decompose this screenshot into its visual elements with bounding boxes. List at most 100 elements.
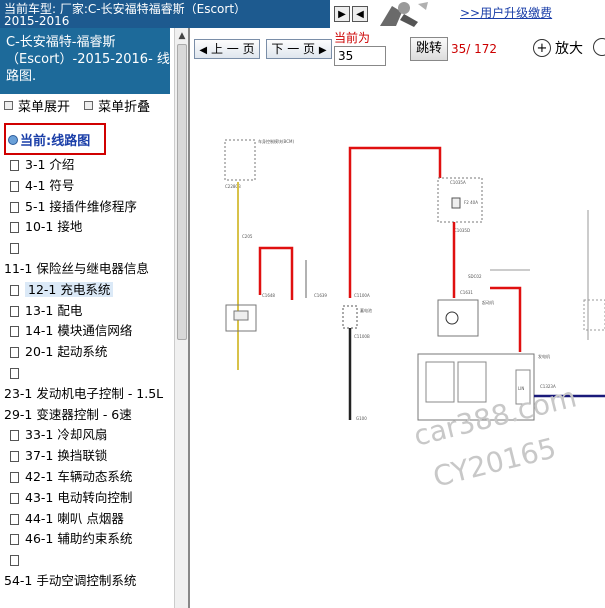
menu-item-label: 13-1 配电 xyxy=(25,302,83,318)
next-arrow-icon: ▶ xyxy=(318,45,327,56)
menu-item[interactable]: 37-1 换挡联锁 xyxy=(10,446,107,466)
menu-item[interactable]: 33-1 冷却风扇 xyxy=(10,425,107,445)
page-number-input[interactable] xyxy=(334,46,386,66)
rectifier-left xyxy=(425,361,455,403)
scroll-thumb[interactable] xyxy=(177,44,187,340)
g100-label: G100 xyxy=(356,416,367,421)
menu-actions: 菜单展开 菜单折叠 xyxy=(4,96,160,115)
document-icon xyxy=(10,180,19,192)
title-line-1: 当前车型: 厂家:C-长安福特福睿斯（Escort） xyxy=(4,2,247,14)
lin-sensor-body xyxy=(233,310,249,321)
menu-item[interactable]: 13-1 配电 xyxy=(10,301,82,321)
menu-item-label: 20-1 起动系统 xyxy=(25,344,108,360)
menu-item[interactable] xyxy=(10,363,25,383)
fuse-body xyxy=(451,197,461,209)
menu-group-item[interactable]: 23-1 发动机电子控制 - 1.5L xyxy=(4,384,163,404)
menu-item[interactable] xyxy=(10,238,25,258)
menu-item-label: 37-1 换挡联锁 xyxy=(25,448,108,464)
zoom-in-button[interactable]: + 放大 xyxy=(533,38,583,58)
expand-icon xyxy=(4,101,13,110)
fuse-label: F2 40A xyxy=(464,200,478,205)
wiring-diagram: 车身控制模块(BCM) C2280B C205 C1648 C1639 C110… xyxy=(224,138,605,421)
document-icon xyxy=(10,451,19,463)
document-icon xyxy=(10,472,19,483)
document-icon xyxy=(10,368,19,379)
menu-item-label: 11-1 保险丝与继电器信息 xyxy=(4,261,149,276)
current-node-icon xyxy=(8,135,18,145)
menu-item-label: 14-1 模块通信网络 xyxy=(25,323,133,339)
right-edge-box xyxy=(583,299,605,331)
c205-label: C205 xyxy=(242,234,253,239)
sidebar: C-长安福特-福睿斯（Escort）-2015-2016- 线路图. 菜单展开 … xyxy=(0,28,174,608)
menu-item[interactable]: 4-1 符号 xyxy=(10,176,74,196)
nav-forward-icon[interactable]: ▶ xyxy=(334,6,350,22)
menu-group-item[interactable]: 11-1 保险丝与继电器信息 xyxy=(4,259,149,279)
menu-item[interactable]: 43-1 电动转向控制 xyxy=(10,488,132,508)
menu-item[interactable]: 14-1 模块通信网络 xyxy=(10,321,132,341)
menu-expand-label: 菜单展开 xyxy=(18,100,71,115)
c1100b-label: C1100B xyxy=(354,334,370,339)
rectifier-right xyxy=(457,361,487,403)
menu-group-item[interactable]: 54-1 手动空调控制系统 xyxy=(4,571,136,591)
red-wire-generator xyxy=(490,286,522,352)
upgrade-link[interactable]: >>用户升级缴费 xyxy=(460,4,552,21)
menu-item-label: 33-1 冷却风扇 xyxy=(25,427,108,443)
generator-label: 发电机 xyxy=(538,353,550,359)
menu-item[interactable]: 3-1 介绍 xyxy=(10,155,74,175)
bcm-box xyxy=(224,139,256,181)
document-icon xyxy=(10,160,19,171)
menu-item[interactable]: 44-1 喇叭 点烟器 xyxy=(10,509,124,529)
document-icon xyxy=(10,513,19,525)
c1035d-label: C1035D xyxy=(454,228,470,233)
scroll-up-icon[interactable]: ▲ xyxy=(175,28,189,44)
current-page-label: 当前为 xyxy=(334,31,371,45)
collapse-icon xyxy=(84,101,94,110)
next-page-button[interactable]: 下 一 页 ▶ xyxy=(266,39,332,59)
document-icon xyxy=(10,430,19,442)
prev-arrow-icon: ◀ xyxy=(199,45,208,56)
c1639-label: C1639 xyxy=(314,293,327,298)
page-count: 35/ 172 xyxy=(451,42,498,56)
prev-page-button[interactable]: ◀ 上 一 页 xyxy=(194,39,260,59)
menu-expand-button[interactable]: 菜单展开 xyxy=(4,100,70,115)
document-icon xyxy=(10,222,19,234)
nav-back-icon[interactable]: ◀ xyxy=(352,6,368,22)
bcm-label: 车身控制模块(BCM) xyxy=(258,138,294,144)
menu-item-label: 3-1 介绍 xyxy=(25,157,75,172)
battery-label: 蓄电池 xyxy=(360,307,372,313)
zoom-in-label: 放大 xyxy=(555,41,583,57)
document-icon xyxy=(10,326,19,338)
menu-item[interactable]: 10-1 接地 xyxy=(10,217,82,237)
menu-item[interactable]: 20-1 起动系统 xyxy=(10,342,107,362)
menu-item[interactable]: 42-1 车辆动态系统 xyxy=(10,467,132,487)
menu-item-label: 46-1 辅助约束系统 xyxy=(25,531,133,547)
sdc02-label: SDC02 xyxy=(468,274,482,279)
zoom-out-icon[interactable] xyxy=(593,38,605,56)
document-icon xyxy=(10,243,19,255)
c1648-label: C1648 xyxy=(262,293,275,298)
document-icon xyxy=(10,555,19,567)
menu-collapse-label: 菜单折叠 xyxy=(98,100,151,115)
current-node[interactable]: 当前:线路图 xyxy=(4,123,106,155)
menu-item[interactable]: 46-1 辅助约束系统 xyxy=(10,529,132,549)
window-title: 当前车型: 厂家:C-长安福特福睿斯（Escort） 2015-2016 xyxy=(0,0,330,28)
document-icon xyxy=(10,534,19,546)
menu-item[interactable]: 5-1 接插件维修程序 xyxy=(10,197,137,217)
document-icon xyxy=(10,347,19,359)
menu-group-item[interactable]: 29-1 变速器控制 - 6速 xyxy=(4,405,132,425)
menu-item-label: 44-1 喇叭 点烟器 xyxy=(25,510,124,526)
menu-item[interactable]: 12-1 充电系统 xyxy=(10,280,114,300)
document-icon xyxy=(10,305,19,317)
sidebar-scrollbar[interactable]: ▲ xyxy=(174,28,189,608)
menu-item-label: 5-1 接插件维修程序 xyxy=(25,198,137,214)
menu-item[interactable] xyxy=(10,550,25,570)
battery-box xyxy=(342,305,358,329)
c1035a-label: C1035A xyxy=(450,180,466,185)
starter-motor-icon xyxy=(445,311,459,325)
menu-collapse-button[interactable]: 菜单折叠 xyxy=(84,100,150,115)
document-icon xyxy=(10,492,19,504)
zoom-in-icon: + xyxy=(533,39,551,57)
jump-button[interactable]: 跳转 xyxy=(410,37,448,61)
sidebar-title: C-长安福特-福睿斯（Escort）-2015-2016- 线路图. xyxy=(0,28,170,94)
menu-item-label: 23-1 发动机电子控制 - 1.5L xyxy=(4,385,164,401)
